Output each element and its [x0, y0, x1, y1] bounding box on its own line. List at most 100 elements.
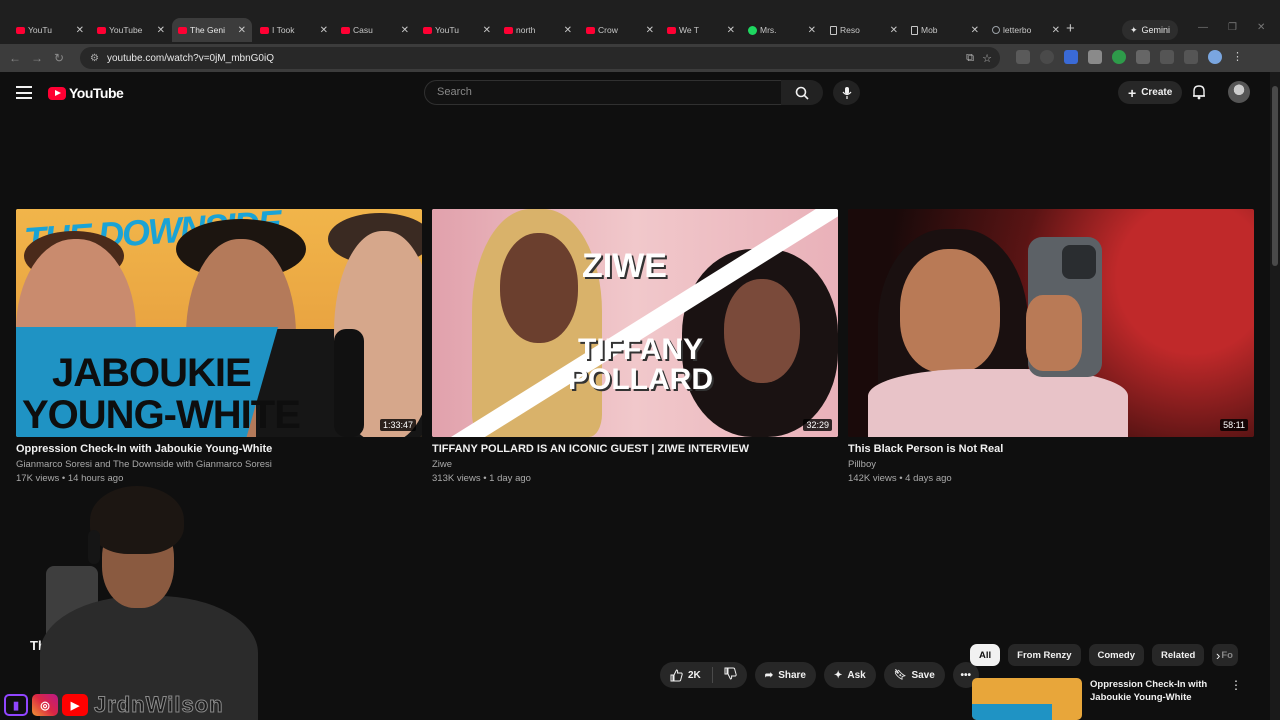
channel-name[interactable]: Gianmarco Soresi and The Downside with G… — [16, 459, 422, 470]
chevron-right-icon[interactable]: › — [1216, 648, 1220, 663]
close-icon[interactable]: ✕ — [401, 25, 409, 36]
save-button[interactable]: 🔖︎ Save — [883, 662, 945, 688]
close-icon[interactable]: ✕ — [646, 25, 654, 36]
video-meta: 313K views • 1 day ago — [432, 473, 531, 484]
webcam-overlay — [40, 486, 258, 720]
close-icon[interactable]: ✕ — [1052, 25, 1060, 36]
more-horizontal-icon: ••• — [960, 669, 972, 681]
duration-badge: 1:33:47 — [379, 419, 416, 431]
install-icon[interactable]: ⧉ — [966, 52, 974, 65]
browser-tab[interactable]: Reso ✕ — [824, 18, 904, 42]
browser-tab[interactable]: I Took ✕ — [254, 18, 334, 42]
youtube-play-icon — [48, 86, 66, 100]
close-icon[interactable]: ✕ — [483, 25, 491, 36]
like-button[interactable]: 2K — [670, 668, 701, 682]
maximize-icon[interactable]: ❐ — [1228, 22, 1237, 33]
youtube-logo[interactable]: YouTube — [48, 85, 124, 101]
sidepanel-icon[interactable] — [1184, 50, 1198, 64]
close-icon[interactable]: ✕ — [890, 25, 898, 36]
browser-tab[interactable]: Crow ✕ — [580, 18, 660, 42]
related-thumbnail[interactable] — [972, 678, 1082, 720]
site-settings-icon[interactable]: ⚙ — [90, 53, 99, 64]
extension-icon[interactable] — [1112, 50, 1126, 64]
browser-tab[interactable]: YouTu ✕ — [10, 18, 90, 42]
browser-tab[interactable]: YouTube ✕ — [91, 18, 171, 42]
close-icon[interactable]: ✕ — [76, 25, 84, 36]
forward-icon[interactable]: → — [26, 51, 48, 65]
close-icon[interactable]: ✕ — [727, 25, 735, 36]
social-overlay: ▮ ◎ ▶ JrdnWilson — [4, 692, 224, 718]
mobile-icon — [911, 25, 918, 35]
chip-comedy[interactable]: Comedy — [1088, 644, 1144, 666]
gemini-button[interactable]: ✦ Gemini — [1122, 20, 1179, 40]
microphone-prop — [334, 329, 364, 437]
search-input[interactable]: Search — [424, 80, 782, 105]
scrollbar-thumb[interactable] — [1272, 86, 1278, 266]
chip-from-renzy[interactable]: From Renzy — [1008, 644, 1081, 666]
thumbs-up-icon — [670, 668, 683, 681]
channel-name[interactable]: Pillboy — [848, 459, 1254, 470]
chip-related[interactable]: Related — [1152, 644, 1205, 666]
hamburger-menu-icon[interactable] — [16, 86, 32, 103]
extensions-area: ⋮ — [1016, 50, 1246, 64]
create-button[interactable]: + Create — [1118, 81, 1183, 104]
ask-button[interactable]: ✦ Ask — [823, 662, 876, 688]
browser-tab[interactable]: Casu ✕ — [335, 18, 415, 42]
thumbs-down-icon — [724, 667, 737, 680]
close-icon[interactable]: ✕ — [238, 25, 246, 36]
kebab-menu-icon[interactable]: ⋮ — [1230, 678, 1242, 692]
bookmark-star-icon[interactable]: ☆ — [982, 52, 992, 65]
close-window-icon[interactable]: ✕ — [1257, 22, 1265, 33]
profile-icon[interactable] — [1208, 50, 1222, 64]
browser-tab-active[interactable]: The Geni ✕ — [172, 18, 252, 42]
page-scrollbar[interactable] — [1270, 72, 1280, 720]
channel-name[interactable]: Ziwe — [432, 459, 838, 470]
browser-tab[interactable]: YouTu ✕ — [417, 18, 497, 42]
share-button[interactable]: ➦ Share — [754, 662, 816, 688]
video-card[interactable]: ZIWE TIFFANY POLLARD 32:29 TIFFANY POLLAR… — [432, 209, 838, 484]
new-tab-button[interactable]: + — [1066, 20, 1075, 37]
close-icon[interactable]: ✕ — [564, 25, 572, 36]
browser-tab[interactable]: Mrs. ✕ — [742, 18, 822, 42]
close-icon[interactable]: ✕ — [971, 25, 979, 36]
kebab-menu-icon[interactable]: ⋮ — [1232, 50, 1246, 64]
video-card[interactable]: 58:11 This Black Person is Not Real Pill… — [848, 209, 1254, 484]
youtube-icon — [504, 26, 513, 34]
extension-icon[interactable] — [1064, 50, 1078, 64]
share-icon: ➦ — [764, 669, 774, 681]
browser-tab[interactable]: letterbo ✕ — [986, 18, 1066, 42]
close-icon[interactable]: ✕ — [157, 25, 165, 36]
video-thumbnail[interactable]: ZIWE TIFFANY POLLARD 32:29 — [432, 209, 838, 437]
video-card[interactable]: THE DOWNSIDE JABOUKIE YOUNG-WHITE 1:33:4… — [16, 209, 422, 484]
minimize-icon[interactable]: — — [1198, 22, 1208, 33]
video-title[interactable]: Oppression Check-In with Jaboukie Young-… — [16, 443, 422, 455]
globe-icon — [992, 26, 1000, 34]
voice-search-button[interactable] — [833, 80, 860, 105]
account-avatar[interactable] — [1228, 81, 1250, 103]
close-icon[interactable]: ✕ — [808, 25, 816, 36]
close-icon[interactable]: ✕ — [320, 25, 328, 36]
youtube-icon — [178, 26, 187, 34]
dislike-button[interactable] — [724, 667, 737, 683]
chip-all[interactable]: All — [970, 644, 1001, 666]
puzzle-icon[interactable] — [1136, 50, 1150, 64]
reload-icon[interactable]: ↻ — [48, 51, 70, 65]
back-icon[interactable]: ← — [4, 51, 26, 65]
shield-icon[interactable] — [1088, 50, 1102, 64]
video-title[interactable]: TIFFANY POLLARD IS AN ICONIC GUEST | ZIW… — [432, 443, 838, 455]
related-video-item[interactable]: Oppression Check-In with Jaboukie Young-… — [972, 678, 1242, 720]
notifications-button[interactable] — [1192, 84, 1206, 105]
extension-icon[interactable] — [1016, 50, 1030, 64]
search-button[interactable] — [781, 80, 823, 105]
related-title[interactable]: Oppression Check-In with Jaboukie Young-… — [1090, 678, 1220, 720]
browser-tab[interactable]: We T ✕ — [661, 18, 741, 42]
browser-tab[interactable]: Mob ✕ — [905, 18, 985, 42]
address-bar[interactable]: ⚙ youtube.com/watch?v=0jM_mbnG0iQ ⧉ ☆ — [80, 47, 1000, 69]
power-icon[interactable] — [1040, 50, 1054, 64]
video-meta: 142K views • 4 days ago — [848, 473, 952, 484]
browser-tab[interactable]: north ✕ — [498, 18, 578, 42]
star-list-icon[interactable] — [1160, 50, 1174, 64]
video-title[interactable]: This Black Person is Not Real — [848, 443, 1254, 455]
video-thumbnail[interactable]: 58:11 — [848, 209, 1254, 437]
video-thumbnail[interactable]: THE DOWNSIDE JABOUKIE YOUNG-WHITE 1:33:4… — [16, 209, 422, 437]
